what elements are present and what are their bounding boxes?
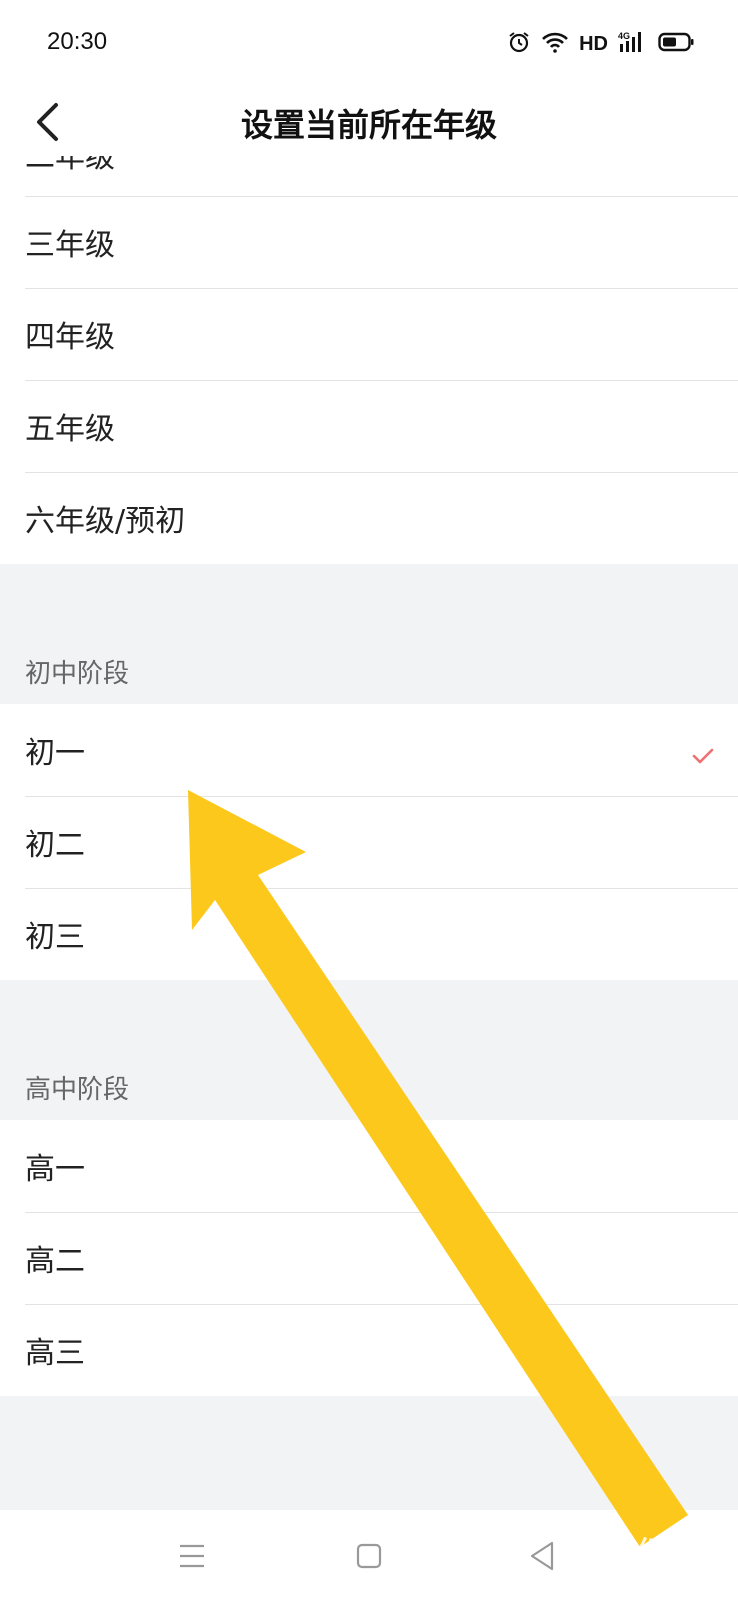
section-header-senior: 高中阶段	[25, 1075, 130, 1105]
home-icon	[356, 1543, 382, 1569]
checkmark-icon	[692, 737, 714, 772]
grade-item-6[interactable]: 六年级/预初	[0, 472, 738, 564]
baidu-watermark: Baidu经验	[560, 1536, 694, 1567]
section-header-junior: 初中阶段	[25, 659, 130, 689]
senior-group: 高一 高二 高三	[0, 1120, 738, 1396]
svg-text:4G: 4G	[618, 31, 630, 41]
wifi-icon	[541, 31, 569, 57]
grade-label: 高二	[25, 1244, 85, 1279]
grade-item-5[interactable]: 五年级	[0, 380, 738, 472]
back-triangle-icon	[530, 1541, 554, 1571]
hd-indicator: HD	[579, 32, 608, 55]
junior-group: 初一 初二 初三	[0, 704, 738, 980]
grade-item-3[interactable]: 三年级	[0, 196, 738, 288]
list-bottom-spacer	[0, 1396, 738, 1496]
home-button[interactable]	[349, 1536, 389, 1576]
nav-bar: 设置当前所在年级	[0, 88, 738, 156]
grade-item-junior-3[interactable]: 初三	[0, 888, 738, 980]
page-title: 设置当前所在年级	[240, 106, 497, 144]
status-icons: HD 4G	[507, 30, 694, 58]
battery-icon	[658, 32, 694, 56]
grade-label: 初一	[25, 736, 85, 771]
grade-item-junior-2[interactable]: 初二	[0, 796, 738, 888]
section-senior: 高中阶段	[0, 980, 738, 1120]
grade-item-senior-1[interactable]: 高一	[0, 1120, 738, 1212]
section-junior: 初中阶段	[0, 564, 738, 704]
status-time: 20:30	[47, 28, 108, 55]
grade-label: 三年级	[25, 228, 115, 263]
grade-label: 五年级	[25, 412, 115, 447]
menu-icon	[180, 1544, 204, 1568]
grade-item-2[interactable]: 二年级	[0, 156, 738, 196]
menu-button[interactable]	[172, 1536, 212, 1576]
grade-item-senior-3[interactable]: 高三	[0, 1304, 738, 1396]
signal-4g-icon: 4G	[618, 30, 648, 58]
grade-list[interactable]: 二年级 三年级 四年级 五年级 六年级/预初 初中阶段 初一 初二 初三 高中阶…	[0, 156, 738, 1510]
grade-item-senior-2[interactable]: 高二	[0, 1212, 738, 1304]
grade-label: 二年级	[25, 156, 115, 175]
grade-label: 四年级	[25, 320, 115, 355]
grade-item-4[interactable]: 四年级	[0, 288, 738, 380]
alarm-icon	[507, 30, 531, 58]
grade-label: 初三	[25, 920, 85, 955]
grade-item-junior-1[interactable]: 初一	[0, 704, 738, 796]
primary-group: 二年级 三年级 四年级 五年级 六年级/预初	[0, 156, 738, 564]
grade-label: 初二	[25, 828, 85, 863]
grade-label: 六年级/预初	[25, 504, 186, 539]
status-bar: 20:30 HD 4G	[0, 0, 738, 88]
grade-label: 高一	[25, 1152, 85, 1187]
grade-label: 高三	[25, 1336, 85, 1371]
system-back-button[interactable]	[522, 1536, 562, 1576]
